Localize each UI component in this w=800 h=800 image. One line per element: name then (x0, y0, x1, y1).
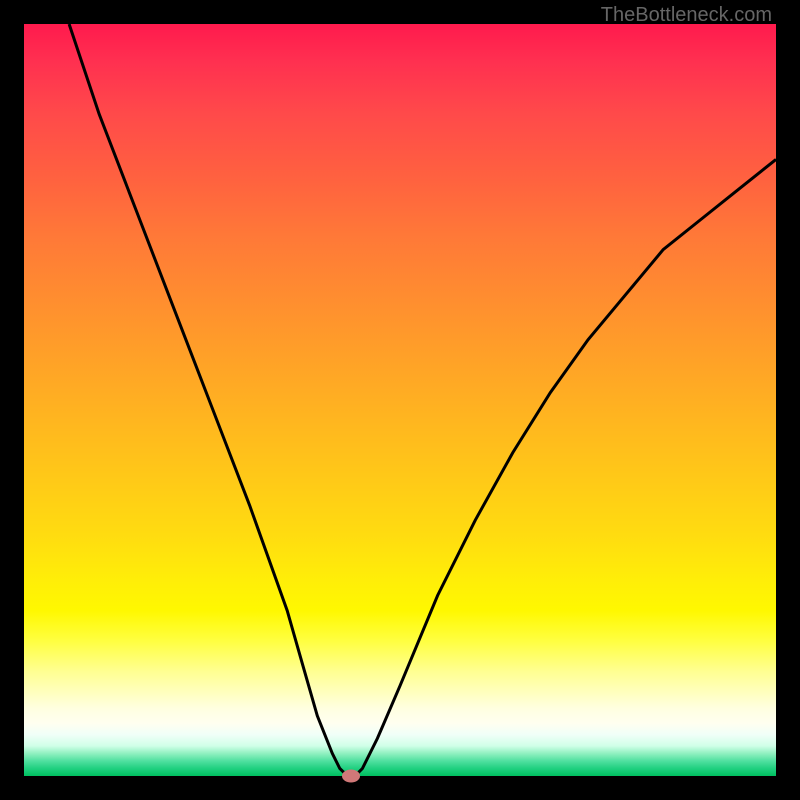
watermark-text: TheBottleneck.com (601, 4, 772, 27)
minimum-marker (342, 770, 360, 783)
chart-frame (0, 0, 800, 800)
